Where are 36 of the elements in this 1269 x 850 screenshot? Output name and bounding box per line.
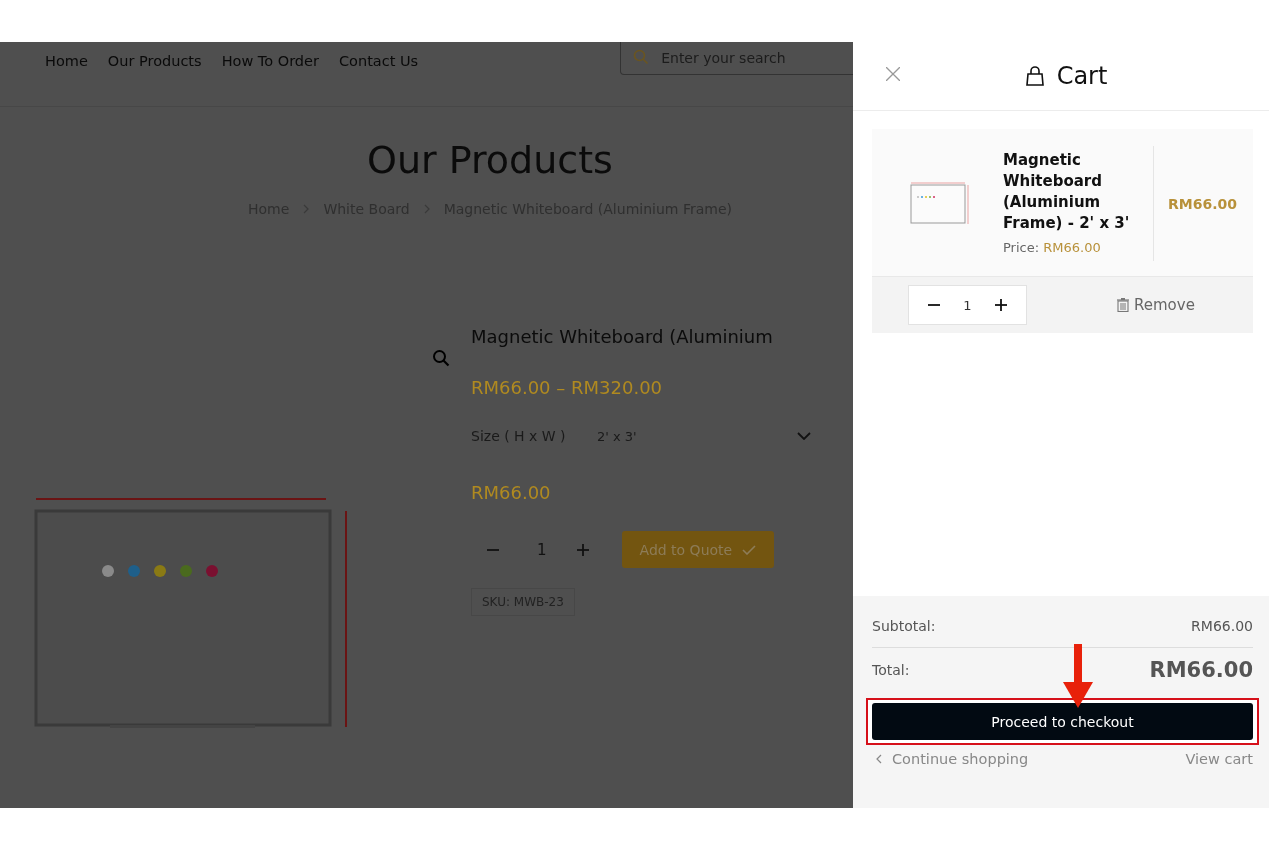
product-price: RM66.00 <box>471 482 551 503</box>
close-icon[interactable] <box>886 67 900 81</box>
chevron-left-icon <box>876 754 882 764</box>
nav-link[interactable]: Contact Us <box>338 53 419 69</box>
quantity-value: 1 <box>537 540 547 559</box>
product-title: Magnetic Whiteboard (Aluminium <box>471 326 773 347</box>
item-total: RM66.00 <box>1153 146 1253 261</box>
nav-link[interactable]: Our Products <box>107 53 202 69</box>
remove-link[interactable]: Remove <box>1117 296 1195 314</box>
view-cart-link[interactable]: View cart <box>1185 751 1253 767</box>
nav-link[interactable]: How To Order <box>221 53 319 69</box>
checkout-button[interactable]: Proceed to checkout <box>872 703 1253 740</box>
trash-icon <box>1117 298 1129 312</box>
whiteboard-thumbnail <box>910 180 970 225</box>
search-icon[interactable] <box>432 349 450 367</box>
item-price: RM66.00 <box>1043 240 1101 255</box>
shopping-bag-icon <box>1024 66 1045 86</box>
nav-link[interactable]: Home <box>45 53 88 69</box>
total-label: Total: <box>872 662 910 678</box>
plus-icon[interactable] <box>994 299 1007 311</box>
quantity-stepper[interactable]: 1 <box>908 285 1027 325</box>
price-label: Price: <box>1003 240 1040 255</box>
search-icon <box>633 49 650 65</box>
cart-item-name[interactable]: Magnetic Whiteboard (Aluminium Frame) - 2' x 3' <box>1003 150 1153 234</box>
cart-title: Cart <box>1056 62 1108 90</box>
total-value: RM66.00 <box>1149 658 1253 682</box>
add-to-quote-button[interactable]: Add to Quote <box>621 531 775 568</box>
checkmark-icon <box>742 544 757 555</box>
continue-shopping-link[interactable]: Continue shopping <box>872 751 1029 767</box>
chevron-down-icon <box>797 432 811 440</box>
down-arrow-annotation <box>1063 644 1093 708</box>
page-title: Our Products <box>366 137 614 183</box>
price-range: RM66.00 – RM320.00 <box>471 377 663 398</box>
subtotal-label: Subtotal: <box>872 618 936 634</box>
subtotal-value: RM66.00 <box>1191 618 1253 634</box>
quantity-value: 1 <box>963 297 972 313</box>
